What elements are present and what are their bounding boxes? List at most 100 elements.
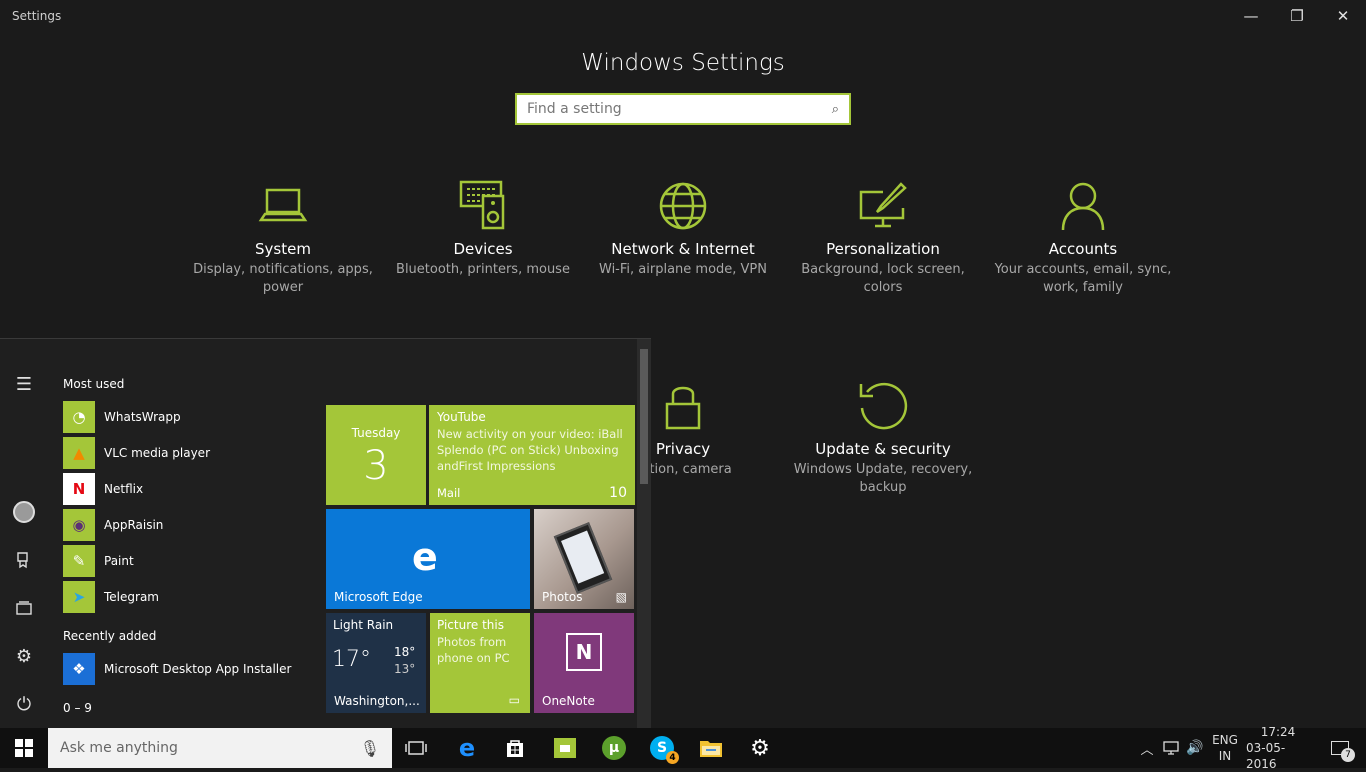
search-input[interactable]: Find a setting [527, 101, 832, 117]
calendar-day: Tuesday [351, 426, 401, 440]
category-devices-desc: Bluetooth, printers, mouse [396, 262, 570, 277]
title-bar: Settings — ❐ ✕ [0, 0, 1366, 32]
page-title: Windows Settings [581, 50, 785, 76]
messaging-icon[interactable] [541, 728, 589, 768]
window-title: Settings [12, 9, 62, 23]
netflix-icon: N [63, 473, 95, 505]
lang-region: IN [1218, 749, 1232, 763]
tile-onenote[interactable]: N OneNote [534, 613, 634, 713]
start-scrollbar[interactable] [637, 339, 651, 728]
category-accounts-name: Accounts [1048, 240, 1118, 258]
most-used-header: Most used [63, 377, 125, 391]
store-icon[interactable] [491, 728, 539, 768]
recently-added-header: Recently added [63, 629, 157, 643]
network-icon[interactable] [1160, 728, 1182, 768]
app-whatswrapp[interactable]: ◔ WhatsWrapp [63, 400, 313, 434]
mail-preview: New activity on your video: iBall Splend… [437, 427, 623, 473]
weather-location: Washington,... [334, 694, 420, 708]
restore-button[interactable]: ❐ [1274, 0, 1320, 32]
cortana-search-box[interactable]: Ask me anything 🎙 [48, 728, 392, 768]
whatswrapp-icon: ◔ [63, 401, 95, 433]
category-devices[interactable]: Devices Bluetooth, printers, mouse [383, 180, 583, 279]
clock-date: 03-05-2016 [1246, 741, 1286, 771]
lock-icon [665, 386, 701, 430]
mail-label: Mail [437, 486, 461, 500]
tile-photos[interactable]: Photos ▧ [534, 509, 634, 609]
scrollbar-thumb[interactable] [640, 349, 648, 484]
power-icon[interactable]: ⏻ [0, 687, 48, 721]
app-list: Most used ◔ WhatsWrapp ▲ VLC media playe… [48, 339, 318, 728]
skype-icon[interactable]: S 4 [638, 728, 686, 768]
picture-body: Photos from phone on PC [437, 635, 510, 665]
app-label: Telegram [104, 590, 159, 604]
category-system-desc: Display, notifications, apps, power [193, 262, 373, 295]
app-appraisin[interactable]: ◉ AppRaisin [63, 508, 313, 542]
cortana-input[interactable]: Ask me anything [60, 740, 360, 756]
file-explorer-icon[interactable] [687, 728, 735, 768]
onenote-icon: N [566, 633, 602, 671]
category-personalization[interactable]: Personalization Background, lock screen,… [783, 180, 983, 297]
app-desktop-app-installer[interactable]: ❖ Microsoft Desktop App Installer [63, 652, 313, 686]
category-network-desc: Wi-Fi, airplane mode, VPN [599, 262, 767, 277]
app-vlc[interactable]: ▲ VLC media player [63, 436, 313, 470]
globe-icon [659, 182, 707, 230]
volume-icon[interactable]: 🔊 [1184, 728, 1206, 768]
weather-condition: Light Rain [333, 618, 394, 632]
notification-count-badge: 7 [1341, 748, 1355, 762]
app-paint[interactable]: ✎ Paint [63, 544, 313, 578]
edge-icon: e [412, 535, 438, 579]
tile-mail[interactable]: YouTube New activity on your video: iBal… [429, 405, 635, 505]
task-view-icon[interactable] [392, 728, 440, 768]
tile-calendar[interactable]: Tuesday 3 [326, 405, 426, 505]
start-rail: ☰ ⚙ ⏻ [0, 339, 48, 728]
input-language-indicator[interactable]: ENG IN [1206, 728, 1244, 768]
refresh-icon [859, 382, 908, 430]
tile-edge[interactable]: e Microsoft Edge [326, 509, 530, 609]
category-update-security[interactable]: Update & security Windows Update, recove… [783, 380, 983, 497]
microphone-icon[interactable]: 🎙 [360, 739, 380, 758]
user-avatar-icon[interactable] [0, 495, 48, 529]
app-label: Paint [104, 554, 134, 568]
app-telegram[interactable]: ➤ Telegram [63, 580, 313, 614]
dropbox-icon: ❖ [63, 653, 95, 685]
find-setting-search-box[interactable]: Find a setting ⌕ [515, 93, 851, 125]
start-menu: ☰ ⚙ ⏻ Most used ◔ WhatsWrapp ▲ VLC media… [0, 338, 651, 728]
category-personalization-name: Personalization [826, 240, 940, 258]
laptop-icon [258, 188, 308, 222]
app-label: WhatsWrapp [104, 410, 181, 424]
app-label: Microsoft Desktop App Installer [104, 662, 292, 676]
file-explorer-icon[interactable] [0, 543, 48, 577]
telegram-icon: ➤ [63, 581, 95, 613]
alpha-header-0-9[interactable]: 0 – 9 [63, 701, 92, 715]
app-netflix[interactable]: N Netflix [63, 472, 313, 506]
lang-code: ENG [1212, 733, 1238, 747]
close-button[interactable]: ✕ [1320, 0, 1366, 32]
weather-low: 13° [394, 662, 416, 676]
app-label: VLC media player [104, 446, 211, 460]
gear-icon[interactable]: ⚙ [0, 639, 48, 673]
utorrent-icon[interactable]: µ [590, 728, 638, 768]
category-system-name: System [255, 240, 311, 258]
search-icon[interactable]: ⌕ [832, 102, 839, 117]
skype-badge: 4 [666, 751, 679, 764]
category-accounts-desc: Your accounts, email, sync, work, family [994, 262, 1172, 295]
documents-icon[interactable] [0, 591, 48, 625]
start-button[interactable] [0, 728, 48, 768]
hamburger-icon[interactable]: ☰ [0, 367, 48, 401]
show-hidden-icons-chevron-icon[interactable]: ︿ [1138, 728, 1156, 768]
category-network[interactable]: Network & Internet Wi-Fi, airplane mode,… [583, 180, 783, 279]
edge-label: Microsoft Edge [334, 590, 423, 604]
clock[interactable]: 17:24 03-05-2016 [1246, 725, 1310, 771]
appraisin-icon: ◉ [63, 509, 95, 541]
phone-pc-icon: ▭ [508, 693, 520, 707]
tile-weather[interactable]: Light Rain 17° 18° 13° Washington,... [326, 613, 426, 713]
tile-picture-this[interactable]: Picture this Photos from phone on PC ▭ [430, 613, 530, 713]
category-accounts[interactable]: Accounts Your accounts, email, sync, wor… [983, 180, 1183, 297]
category-system[interactable]: System Display, notifications, apps, pow… [183, 180, 383, 297]
settings-gear-icon[interactable]: ⚙ [736, 728, 784, 768]
app-label: Netflix [104, 482, 144, 496]
mail-count-badge: 10 [609, 485, 627, 501]
edge-icon[interactable]: e [443, 728, 491, 768]
action-center-button[interactable]: 7 [1318, 728, 1362, 768]
minimize-button[interactable]: — [1228, 0, 1274, 32]
